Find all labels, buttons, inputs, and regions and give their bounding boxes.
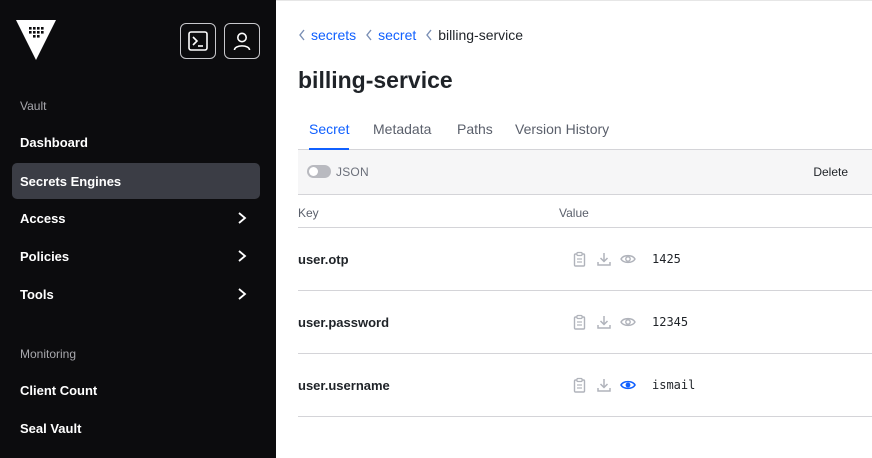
- sidebar-item-label: Secrets Engines: [20, 173, 122, 189]
- chevron-left-icon: [299, 29, 305, 41]
- secret-key: user.username: [298, 378, 390, 393]
- eye-icon[interactable]: [620, 251, 636, 267]
- chevron-right-icon: [238, 250, 247, 262]
- breadcrumb-link-secrets[interactable]: secrets: [298, 27, 356, 43]
- sidebar-item-dashboard[interactable]: Dashboard: [12, 124, 260, 160]
- table-row: user.username ismail: [298, 354, 872, 417]
- clipboard-copy-icon[interactable]: [572, 377, 588, 393]
- breadcrumb-label: secret: [378, 27, 417, 43]
- console-button[interactable]: [180, 23, 216, 59]
- download-icon[interactable]: [596, 251, 612, 267]
- chevron-left-icon: [426, 29, 432, 41]
- vault-logo-icon[interactable]: [16, 20, 56, 60]
- sidebar-item-access[interactable]: Access: [12, 200, 260, 236]
- eye-icon[interactable]: [620, 377, 636, 393]
- breadcrumb-link-secret[interactable]: secret: [365, 27, 416, 43]
- sidebar-item-label: Tools: [20, 286, 54, 302]
- tab-bar: Secret Metadata Paths Version History: [298, 109, 872, 150]
- page-title: billing-service: [298, 67, 453, 93]
- column-header-key: Key: [298, 206, 319, 220]
- sidebar-item-tools[interactable]: Tools: [12, 276, 260, 312]
- main-content: secrets secret billing-service billing-s…: [276, 0, 872, 458]
- sidebar-item-seal-vault[interactable]: Seal Vault: [12, 410, 260, 446]
- user-menu-button[interactable]: [224, 23, 260, 59]
- user-icon: [233, 32, 251, 51]
- tab-version-history[interactable]: Version History: [515, 109, 609, 149]
- chevron-left-icon: [366, 29, 372, 41]
- sidebar-item-label: Dashboard: [20, 134, 88, 150]
- table-row: user.password 12345: [298, 291, 872, 354]
- sidebar-item-label: Policies: [20, 248, 70, 264]
- delete-button[interactable]: Delete: [813, 165, 848, 179]
- secret-toolbar: JSON Delete: [298, 150, 872, 195]
- tab-paths[interactable]: Paths: [457, 109, 493, 149]
- breadcrumb-label: secrets: [311, 27, 357, 43]
- json-toggle-label: JSON: [336, 165, 369, 179]
- sidebar-item-secrets-engines[interactable]: Secrets Engines: [12, 163, 260, 199]
- secret-value: ismail: [652, 378, 696, 392]
- breadcrumb: secrets secret billing-service: [298, 27, 532, 43]
- sidebar-item-label: Access: [20, 210, 66, 226]
- section-label-monitoring: Monitoring: [20, 347, 77, 361]
- table-row: user.otp 1425: [298, 228, 872, 291]
- eye-icon[interactable]: [620, 314, 636, 330]
- sidebar-item-client-count[interactable]: Client Count: [12, 372, 260, 408]
- tab-metadata[interactable]: Metadata: [373, 109, 431, 149]
- json-toggle[interactable]: [307, 165, 331, 178]
- breadcrumb-label: billing-service: [438, 27, 524, 43]
- toggle-knob: [309, 167, 318, 176]
- sidebar-item-label: Client Count: [20, 382, 98, 398]
- secret-key: user.otp: [298, 252, 349, 267]
- chevron-right-icon: [238, 288, 247, 300]
- column-header-value: Value: [559, 206, 589, 220]
- clipboard-copy-icon[interactable]: [572, 251, 588, 267]
- secret-value: 1425: [652, 252, 681, 266]
- secret-key: user.password: [298, 315, 390, 330]
- download-icon[interactable]: [596, 314, 612, 330]
- tab-secret[interactable]: Secret: [309, 109, 350, 150]
- sidebar-item-label: Seal Vault: [20, 420, 82, 436]
- sidebar: Vault Dashboard Secrets Engines Access P…: [0, 0, 276, 458]
- breadcrumb-current: billing-service: [425, 27, 523, 43]
- download-icon[interactable]: [596, 377, 612, 393]
- terminal-icon: [188, 31, 208, 51]
- section-label-vault: Vault: [20, 99, 47, 113]
- clipboard-copy-icon[interactable]: [572, 314, 588, 330]
- sidebar-item-policies[interactable]: Policies: [12, 238, 260, 274]
- secret-value: 12345: [652, 315, 689, 329]
- chevron-right-icon: [238, 212, 247, 224]
